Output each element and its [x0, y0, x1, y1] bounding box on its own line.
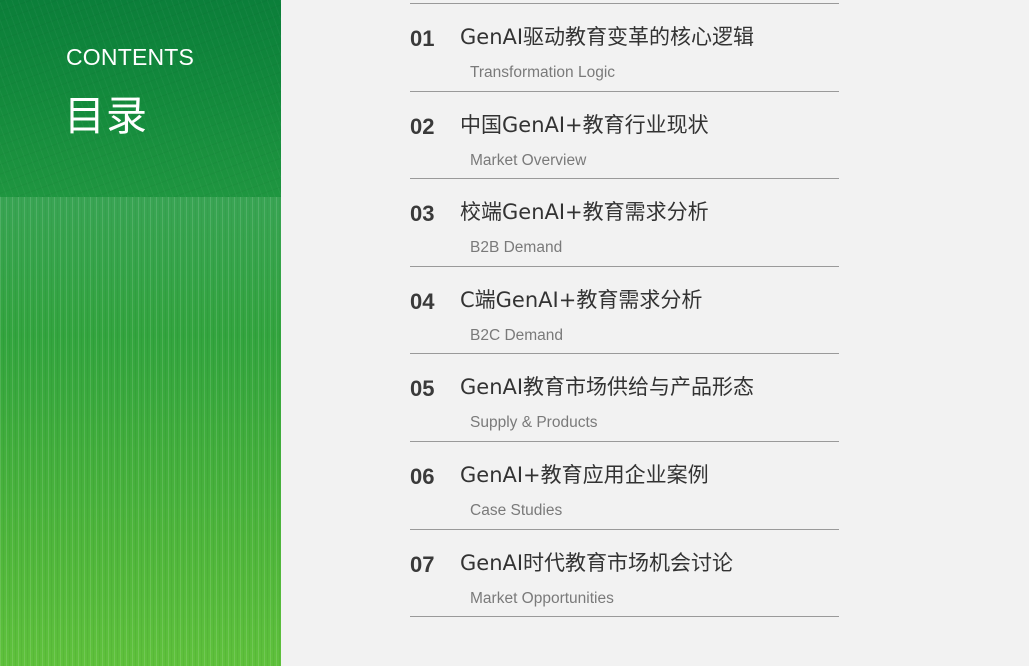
- toc-item-02[interactable]: 02 中国GenAI+教育行业现状 Market Overview: [410, 92, 839, 180]
- toc-subtitle: Transformation Logic: [470, 64, 616, 81]
- toc-subtitle: B2B Demand: [470, 239, 563, 257]
- toc-item-01[interactable]: 01 GenAI驱动教育变革的核心逻辑 Transformation Logic: [410, 4, 839, 92]
- toc-number: 03: [410, 201, 435, 227]
- toc-subtitle: B2C Demand: [470, 326, 564, 344]
- contents-heading-en: CONTENTS: [66, 44, 195, 70]
- contents-heading-zh: 目录: [64, 92, 148, 140]
- toc-title: GenAI+教育应用企业案例: [460, 462, 709, 487]
- toc-title: GenAI教育市场供给与产品形态: [460, 375, 755, 400]
- toc-title: 校端GenAI+教育需求分析: [460, 200, 709, 225]
- toc-item-04[interactable]: 04 C端GenAI+教育需求分析 B2C Demand: [410, 267, 839, 355]
- toc-number: 01: [410, 26, 435, 51]
- toc-item-03[interactable]: 03 校端GenAI+教育需求分析 B2B Demand: [410, 179, 839, 267]
- toc-number: 05: [410, 376, 435, 402]
- toc-title: 中国GenAI+教育行业现状: [460, 112, 709, 137]
- toc-number: 07: [410, 551, 435, 577]
- toc-number: 06: [410, 463, 435, 489]
- toc-item-05[interactable]: 05 GenAI教育市场供给与产品形态 Supply & Products: [410, 354, 839, 442]
- toc-item-06[interactable]: 06 GenAI+教育应用企业案例 Case Studies: [410, 442, 839, 530]
- toc-subtitle: Market Opportunities: [470, 589, 614, 607]
- toc-subtitle: Market Overview: [470, 151, 587, 169]
- sidebar-panel: CONTENTS 目录: [0, 0, 281, 666]
- table-of-contents: 01 GenAI驱动教育变革的核心逻辑 Transformation Logic…: [410, 3, 839, 618]
- toc-title: C端GenAI+教育需求分析: [460, 287, 703, 312]
- toc-item-07[interactable]: 07 GenAI时代教育市场机会讨论 Market Opportunities: [410, 530, 839, 618]
- sidebar-bottom-stripes: [0, 197, 281, 666]
- toc-subtitle: Supply & Products: [470, 414, 598, 432]
- toc-title: GenAI时代教育市场机会讨论: [460, 550, 734, 575]
- toc-number: 04: [410, 288, 435, 314]
- toc-title: GenAI驱动教育变革的核心逻辑: [460, 25, 755, 49]
- toc-number: 02: [410, 113, 435, 139]
- toc-subtitle: Case Studies: [470, 501, 563, 519]
